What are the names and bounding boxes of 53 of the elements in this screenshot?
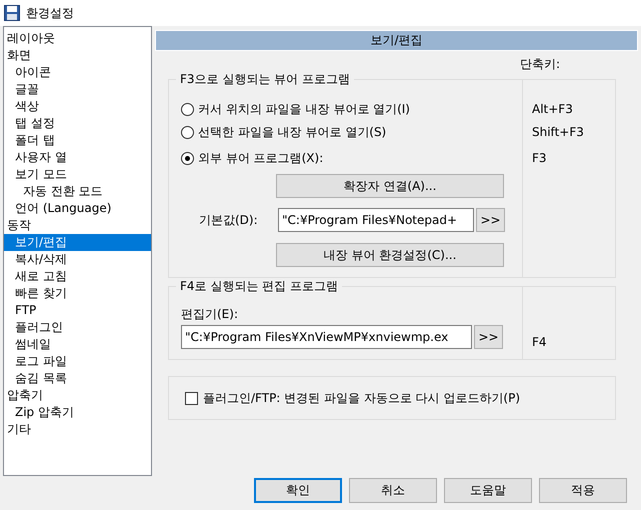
field-label: 기본값(D): <box>199 212 259 228</box>
page-header: 보기/편집 <box>155 30 638 51</box>
tree-item[interactable]: 보기/편집 <box>4 234 151 251</box>
tree-item[interactable]: FTP <box>4 302 151 319</box>
dialog-button[interactable]: 적용 <box>539 478 627 503</box>
tree-item[interactable]: 숨김 목록 <box>4 370 151 387</box>
tree-item[interactable]: 레이아웃 <box>4 30 151 47</box>
tree-item[interactable]: 자동 전환 모드 <box>4 183 151 200</box>
group-title: F4로 실행되는 편집 프로그램 <box>176 278 342 294</box>
shortcut-text: F4 <box>532 334 548 351</box>
tree-item[interactable]: 언어 (Language) <box>4 200 151 217</box>
tree-item[interactable]: 썸네일 <box>4 336 151 353</box>
browse-button[interactable]: >> <box>474 325 503 349</box>
path-field[interactable]: "C:¥Program Files¥Notepad+ <box>278 208 474 232</box>
tree-item[interactable]: 압축기 <box>4 387 151 404</box>
associate-button[interactable]: 확장자 연결(A)... <box>276 174 504 198</box>
tree-item[interactable]: 폴더 탭 <box>4 132 151 149</box>
radio-button[interactable] <box>181 103 194 116</box>
viewer-settings-button[interactable]: 내장 뷰어 환경설정(C)... <box>276 243 504 267</box>
dialog-button[interactable]: 도움말 <box>444 478 532 503</box>
tree-item[interactable]: 사용자 열 <box>4 149 151 166</box>
tree-item[interactable]: 색상 <box>4 98 151 115</box>
shortcut-text: Alt+F3 <box>532 101 574 118</box>
tree-item[interactable]: 화면 <box>4 47 151 64</box>
dialog-button[interactable]: 확인 <box>254 478 342 503</box>
checkbox-label: 플러그인/FTP: 변경된 파일을 자동으로 다시 업로드하기(P) <box>203 390 520 406</box>
tree-item[interactable]: 글꼴 <box>4 81 151 98</box>
tree-item[interactable]: 보기 모드 <box>4 166 151 183</box>
radio-button[interactable] <box>181 126 194 139</box>
checkbox[interactable] <box>185 392 198 404</box>
radio-label: 선택한 파일을 내장 뷰어로 열기(S) <box>198 124 386 141</box>
tree-item[interactable]: 탭 설정 <box>4 115 151 132</box>
dialog-button[interactable]: 취소 <box>349 478 437 503</box>
tree-item[interactable]: 새로 고침 <box>4 268 151 285</box>
tree-item[interactable]: 기타 <box>4 421 151 438</box>
radio-label: 커서 위치의 파일을 내장 뷰어로 열기(I) <box>198 101 410 118</box>
tree-item[interactable]: 복사/삭제 <box>4 251 151 268</box>
browse-button[interactable]: >> <box>476 208 505 232</box>
radio-label: 외부 뷰어 프로그램(X): <box>198 150 324 166</box>
group-title: F3으로 실행되는 뷰어 프로그램 <box>176 71 354 87</box>
path-field[interactable]: "C:¥Program Files¥XnViewMP¥xnviewmp.ex <box>181 325 472 349</box>
window-title: 환경설정 <box>26 4 74 22</box>
tree-item[interactable]: 빠른 찾기 <box>4 285 151 302</box>
radio-button[interactable] <box>181 152 194 164</box>
tree-item[interactable]: 로그 파일 <box>4 353 151 370</box>
shortcut-text: Shift+F3 <box>532 124 585 141</box>
shortcut-header: 단축키: <box>520 57 560 71</box>
field-label: 편집기(E): <box>181 306 239 323</box>
tree-item[interactable]: Zip 압축기 <box>4 404 151 421</box>
tree-item[interactable]: 아이콘 <box>4 64 151 81</box>
shortcut-text: F3 <box>532 150 548 167</box>
tree-item[interactable]: 동작 <box>4 217 151 234</box>
tree-item[interactable]: 플러그인 <box>4 319 151 336</box>
